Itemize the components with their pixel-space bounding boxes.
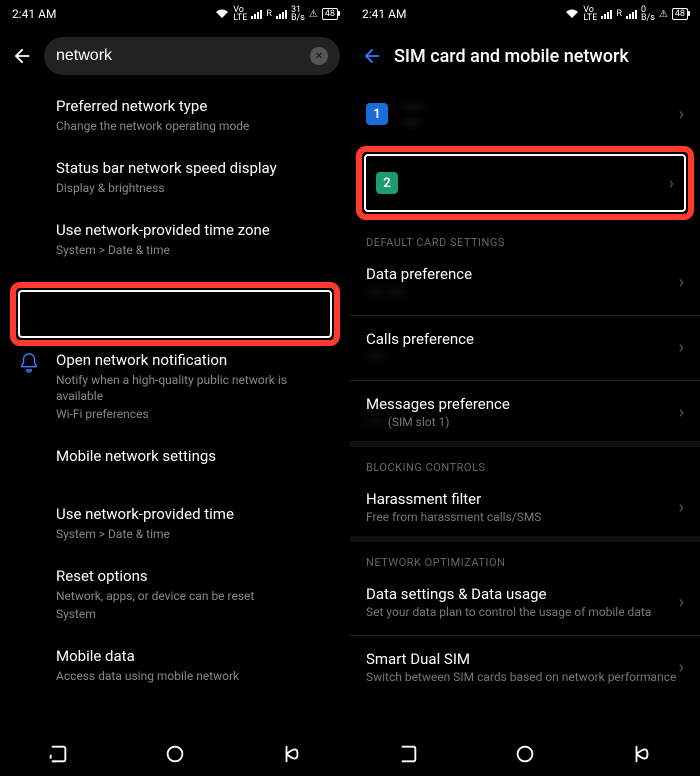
- nav-bar: [0, 732, 350, 776]
- section-blocking: BLOCKING CONTROLS: [350, 447, 700, 480]
- result-mobile-network-settings[interactable]: Mobile network settings: [0, 434, 350, 478]
- status-bar: 2:41 AM VoLTE R 0B/s ⚠ 48: [350, 0, 700, 28]
- back-button[interactable]: [360, 44, 384, 68]
- roaming-icon: R: [616, 10, 622, 18]
- result-preferred-network[interactable]: Preferred network type Change the networ…: [0, 84, 350, 146]
- battery-icon: 48: [322, 8, 338, 20]
- pref-messages[interactable]: Messages preference —— (SIM slot 1) ›: [350, 385, 700, 441]
- home-button[interactable]: [164, 743, 186, 765]
- nav-bar: [350, 732, 700, 776]
- chevron-right-icon: ›: [679, 592, 684, 613]
- result-network-time[interactable]: Use network-provided time System > Date …: [0, 492, 350, 554]
- close-icon: ✕: [315, 51, 323, 62]
- pref-calls[interactable]: Calls preference —— ›: [350, 320, 700, 376]
- signal-bars-icon: [626, 9, 637, 19]
- section-netopt: NETWORK OPTIMIZATION: [350, 542, 700, 575]
- signal-bars-icon: [251, 9, 262, 19]
- battery-icon: 48: [672, 8, 688, 20]
- chevron-right-icon: ›: [679, 657, 684, 678]
- recents-button[interactable]: [47, 743, 69, 765]
- sim2-badge-icon: 2: [376, 172, 398, 194]
- pref-smart-dual-sim[interactable]: Smart Dual SIM Switch between SIM cards …: [350, 640, 700, 696]
- highlight-sim-slot-2[interactable]: 2 vodafone UK vodafone UK ›: [356, 146, 694, 220]
- result-reset-options[interactable]: Reset options Network, apps, or device c…: [0, 554, 350, 634]
- wifi-icon: [565, 9, 579, 19]
- result-open-network-notification[interactable]: Open network notification Notify when a …: [0, 338, 350, 434]
- recents-button[interactable]: [397, 743, 419, 765]
- page-title: SIM card and mobile network: [394, 46, 629, 67]
- signal-bars-icon: [601, 9, 612, 19]
- signal-bars-icon: [276, 9, 287, 19]
- volte-icon: VoLTE: [233, 6, 247, 22]
- clock: 2:41 AM: [362, 7, 406, 21]
- back-arrow-icon: [361, 45, 383, 67]
- home-button[interactable]: [514, 743, 536, 765]
- search-field[interactable]: ✕: [44, 37, 340, 75]
- wifi-icon: [215, 9, 229, 19]
- sim1-badge-icon: 1: [366, 103, 388, 125]
- divider: [350, 380, 700, 381]
- phone-screen-right: 2:41 AM VoLTE R 0B/s ⚠ 48 SIM card and m…: [350, 0, 700, 776]
- chevron-right-icon: ›: [679, 272, 684, 293]
- divider: [350, 315, 700, 316]
- header: ✕: [0, 28, 350, 84]
- clock: 2:41 AM: [12, 7, 56, 21]
- header: SIM card and mobile network: [350, 28, 700, 84]
- chevron-right-icon: ›: [669, 173, 674, 194]
- clear-search-button[interactable]: ✕: [310, 47, 328, 65]
- warning-icon: ⚠: [309, 9, 318, 20]
- bell-icon: [18, 352, 40, 374]
- pref-data-usage[interactable]: Data settings & Data usage Set your data…: [350, 575, 700, 631]
- sim-slot-1[interactable]: 1 —— —— ›: [350, 84, 700, 144]
- data-speed-icon: 31B/s: [291, 6, 305, 22]
- divider: [350, 635, 700, 636]
- back-button[interactable]: [10, 44, 34, 68]
- chevron-right-icon: ›: [679, 402, 684, 423]
- phone-screen-left: 2:41 AM VoLTE R 31B/s ⚠ 48 ✕ Preferred n…: [0, 0, 350, 776]
- section-default-card: DEFAULT CARD SETTINGS: [350, 222, 700, 255]
- result-statusbar-speed[interactable]: Status bar network speed display Display…: [0, 146, 350, 208]
- data-speed-icon: 0B/s: [641, 6, 655, 22]
- roaming-icon: R: [266, 10, 272, 18]
- back-nav-button[interactable]: [281, 743, 303, 765]
- chevron-right-icon: ›: [679, 497, 684, 518]
- search-input[interactable]: [56, 47, 310, 65]
- back-arrow-icon: [11, 45, 33, 67]
- result-mobile-data[interactable]: Mobile data Access data using mobile net…: [0, 634, 350, 696]
- back-nav-button[interactable]: [631, 743, 653, 765]
- warning-icon: ⚠: [659, 9, 668, 20]
- highlight-sim-card-mobile-network[interactable]: SIM card and mobile network SIM card and…: [10, 282, 340, 346]
- volte-icon: VoLTE: [583, 6, 597, 22]
- chevron-right-icon: ›: [679, 337, 684, 358]
- chevron-right-icon: ›: [679, 104, 684, 125]
- pref-harassment[interactable]: Harassment filter Free from harassment c…: [350, 480, 700, 536]
- pref-data[interactable]: Data preference —— —— ›: [350, 255, 700, 311]
- result-network-timezone[interactable]: Use network-provided time zone System > …: [0, 208, 350, 270]
- status-bar: 2:41 AM VoLTE R 31B/s ⚠ 48: [0, 0, 350, 28]
